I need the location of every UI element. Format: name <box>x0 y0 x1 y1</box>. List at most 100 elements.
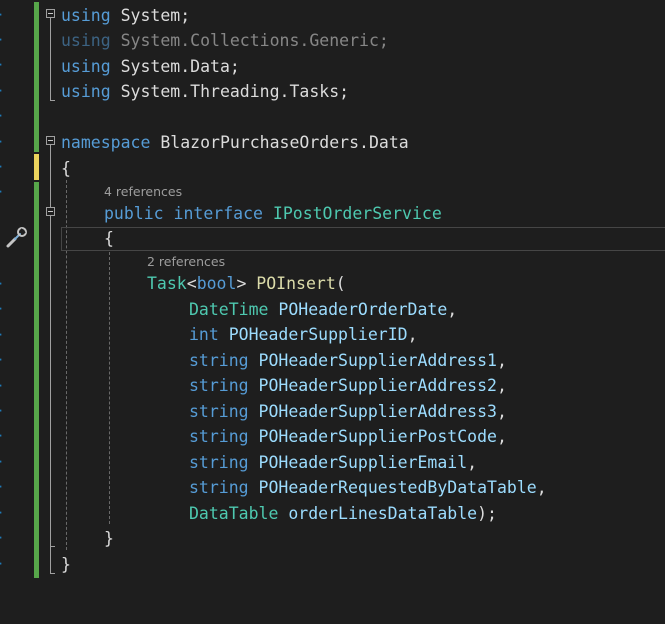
keyword-bool: bool <box>196 274 237 293</box>
line-number-fragment: · <box>0 532 4 544</box>
brace: { <box>61 159 71 178</box>
interface-name: IPostOrderService <box>262 204 442 223</box>
change-marker-unsaved <box>34 154 39 180</box>
line-number-fragment: · <box>0 380 4 392</box>
punctuation: , <box>496 351 507 370</box>
code-line-param[interactable]: int POHeaderSupplierID, <box>189 322 418 347</box>
line-number-fragment: · <box>0 558 4 570</box>
param-type: string <box>189 402 249 421</box>
line-number-fragment: · <box>0 278 4 290</box>
param-type: string <box>189 453 249 472</box>
punctuation: , <box>496 402 507 421</box>
line-number-fragment: · <box>0 9 4 21</box>
param-type: string <box>189 351 249 370</box>
code-line-param[interactable]: string POHeaderSupplierPostCode, <box>189 424 507 449</box>
param-type: string <box>189 376 249 395</box>
code-line-using-system[interactable]: using System; <box>61 3 190 28</box>
param-type: int <box>189 325 219 344</box>
line-number-fragment: · <box>0 110 4 122</box>
code-line-param[interactable]: string POHeaderSupplierAddress3, <box>189 399 507 424</box>
code-editor[interactable]: · · · · · · · · · · · · · · · · · · · · <box>0 0 665 624</box>
line-number-fragment: · <box>0 430 4 442</box>
code-line-using-tasks[interactable]: using System.Threading.Tasks; <box>61 79 349 104</box>
code-line-param[interactable]: DateTime POHeaderOrderDate, <box>189 297 457 322</box>
angle-bracket: > <box>236 274 247 293</box>
keyword-using: using <box>61 6 111 25</box>
punctuation: , <box>496 376 507 395</box>
line-number-fragment: · <box>0 34 4 46</box>
code-line-param[interactable]: string POHeaderSupplierAddress2, <box>189 373 507 398</box>
param-name: orderLinesDataTable <box>278 504 478 523</box>
keyword-namespace: namespace <box>61 133 151 152</box>
code-line-using-collections[interactable]: using System.Collections.Generic; <box>61 28 389 53</box>
indent-guide <box>109 252 110 524</box>
current-line-highlight <box>61 227 665 251</box>
change-marker-saved <box>34 2 39 152</box>
code-line-namespace[interactable]: namespace BlazorPurchaseOrders.Data <box>61 130 409 155</box>
code-line-method-signature[interactable]: Task<bool> POInsert( <box>147 271 346 296</box>
param-type: DataTable <box>189 504 279 523</box>
keyword-using: using <box>61 82 111 101</box>
code-line-using-data[interactable]: using System.Data; <box>61 54 240 79</box>
line-number-fragment: · <box>0 329 4 341</box>
param-name: POHeaderRequestedByDataTable <box>248 478 537 497</box>
punctuation: , <box>407 325 418 344</box>
keyword-public: public <box>104 204 164 223</box>
punctuation: , <box>536 478 547 497</box>
fold-line <box>50 18 51 100</box>
code-line-close-brace[interactable]: } <box>61 552 71 577</box>
angle-bracket: < <box>186 274 197 293</box>
punctuation: , <box>447 300 458 319</box>
namespace-name: BlazorPurchaseOrders.Data <box>150 133 409 152</box>
param-name: POHeaderSupplierID <box>218 325 408 344</box>
code-line-param[interactable]: string POHeaderRequestedByDataTable, <box>189 475 547 500</box>
param-name: POHeaderSupplierAddress3 <box>248 402 497 421</box>
namespace-name: System.Threading.Tasks; <box>110 82 350 101</box>
line-number-fragment: · <box>0 303 4 315</box>
code-line-open-brace[interactable]: { <box>104 226 114 251</box>
line-number-fragment: · <box>0 85 4 97</box>
line-number-fragment: · <box>0 59 4 71</box>
keyword-using: using <box>61 31 111 50</box>
param-name: POHeaderSupplierPostCode <box>248 427 497 446</box>
fold-line-end <box>50 573 55 574</box>
collapse-minus-icon[interactable] <box>46 136 55 145</box>
punctuation: , <box>467 453 478 472</box>
line-number-fragment: · <box>0 186 4 198</box>
line-number-fragment: · <box>0 456 4 468</box>
code-line-param[interactable]: string POHeaderSupplierAddress1, <box>189 348 507 373</box>
code-line-param[interactable]: DataTable orderLinesDataTable); <box>189 501 497 526</box>
param-type: string <box>189 478 249 497</box>
codelens-references[interactable]: 4 references <box>104 184 182 200</box>
line-number-fragment: · <box>0 354 4 366</box>
code-line-open-brace[interactable]: { <box>61 156 71 181</box>
keyword-interface: interface <box>163 204 263 223</box>
screwdriver-wrench-icon[interactable] <box>4 226 28 250</box>
line-number-fragment: · <box>0 507 4 519</box>
param-type: DateTime <box>189 300 269 319</box>
line-number-fragment: · <box>0 481 4 493</box>
line-number-fragment: · <box>0 136 4 148</box>
punctuation: ); <box>477 504 497 523</box>
type-task: Task <box>147 274 187 293</box>
paren: ( <box>335 274 346 293</box>
param-name: POHeaderSupplierAddress1 <box>248 351 497 370</box>
codelens-references[interactable]: 2 references <box>147 254 225 270</box>
namespace-name: System.Data; <box>110 57 240 76</box>
param-name: POHeaderSupplierEmail <box>248 453 468 472</box>
fold-line-end <box>50 100 55 101</box>
brace: } <box>104 529 114 548</box>
namespace-name: System.Collections.Generic; <box>110 31 389 50</box>
fold-line-end <box>50 546 55 547</box>
keyword-using: using <box>61 57 111 76</box>
method-name: POInsert <box>246 274 336 293</box>
code-line-close-brace[interactable]: } <box>104 526 114 551</box>
collapse-minus-icon[interactable] <box>46 207 55 216</box>
code-line-interface[interactable]: public interface IPostOrderService <box>104 201 442 226</box>
param-type: string <box>189 427 249 446</box>
code-line-param[interactable]: string POHeaderSupplierEmail, <box>189 450 477 475</box>
param-name: POHeaderOrderDate <box>268 300 448 319</box>
collapse-minus-icon[interactable] <box>46 9 55 18</box>
fold-line <box>50 216 51 546</box>
punctuation: , <box>496 427 507 446</box>
